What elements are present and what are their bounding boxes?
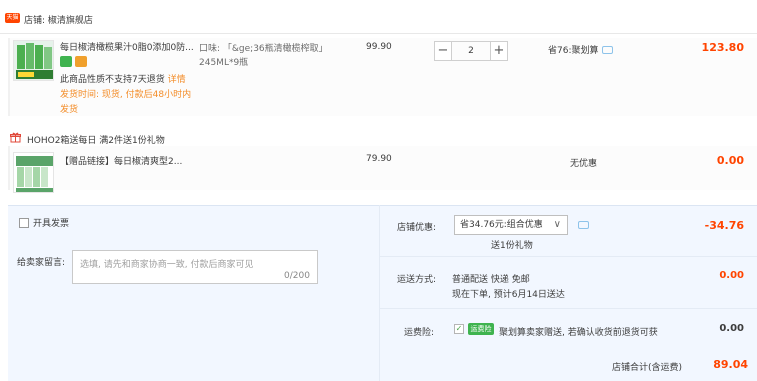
insurance-badge-icon: 运费险 xyxy=(468,323,494,335)
cart-item-row xyxy=(8,146,757,190)
coupon-badge-icon xyxy=(75,56,87,67)
insurance-checkbox[interactable]: ✓ xyxy=(454,324,464,334)
row-separator xyxy=(380,256,757,257)
shop-total-amount: 89.04 xyxy=(713,358,748,371)
shipping-label: 运送方式: xyxy=(397,275,437,285)
shop-discount-label: 店铺优惠: xyxy=(397,223,437,233)
return-policy-link[interactable]: 详情 xyxy=(168,75,186,85)
quantity-increase-button[interactable]: + xyxy=(490,41,508,61)
item-subtotal: 123.80 xyxy=(701,41,744,54)
tmall-badge-icon: 天猫 xyxy=(5,13,20,23)
message-label: 给卖家留言: xyxy=(17,258,66,268)
insurance-amount: 0.00 xyxy=(719,323,744,334)
shop-discount-select[interactable]: 省34.76元:组合优惠 ∨ xyxy=(454,215,568,235)
shop-discount-amount: -34.76 xyxy=(704,219,744,232)
invoice-label: 开具发票 xyxy=(33,219,70,229)
item-promotion: 无优惠 xyxy=(570,159,598,169)
order-summary-panel xyxy=(8,205,757,381)
gift-thumbnail[interactable] xyxy=(13,152,54,193)
product-service-icons xyxy=(60,56,87,67)
promotion-info-icon[interactable] xyxy=(601,45,613,54)
invoice-checkbox[interactable] xyxy=(19,217,29,228)
service-badge-icon xyxy=(60,56,72,67)
shipping-option: 普通配送 快递 免邮 xyxy=(452,275,530,285)
panel-divider xyxy=(379,205,380,381)
unit-price: 99.90 xyxy=(366,42,392,52)
shop-header xyxy=(0,0,757,34)
message-placeholder: 选填, 请先和商家协商一致, 付款后商家可见 xyxy=(80,260,254,270)
insurance-description: 聚划算卖家赠送, 若确认收货前退货可获 xyxy=(499,328,658,338)
shop-discount-note: 送1份礼物 xyxy=(491,241,533,251)
product-thumbnail[interactable] xyxy=(13,40,54,81)
ship-time-note: 发货时间: 现货, 付款后48小时内发货 xyxy=(60,90,192,115)
insurance-label: 运费险: xyxy=(404,328,435,338)
item-subtotal: 0.00 xyxy=(716,154,744,167)
gift-icon xyxy=(10,132,21,143)
return-policy-text: 此商品性质不支持7天退货 xyxy=(60,75,165,85)
shop-name[interactable]: 店铺: 椒清旗舰店 xyxy=(24,13,93,26)
quantity-input[interactable]: 2 xyxy=(452,41,490,61)
message-char-count: 0/200 xyxy=(284,271,310,281)
return-policy-note: 此商品性质不支持7天退货 详情 xyxy=(60,73,195,88)
product-spec: 口味: 「&ge;36瓶清橄榄榨取」245ML*9瓶 xyxy=(199,44,328,68)
chevron-down-icon: ∨ xyxy=(553,219,561,230)
row-separator xyxy=(380,308,757,309)
item-promotion: 省76:聚划算 xyxy=(548,43,613,56)
shipping-amount: 0.00 xyxy=(719,270,744,281)
invoice-option[interactable]: 开具发票 xyxy=(19,216,69,229)
product-title[interactable]: 每日椒清橄榄果汁0脂0添加0防... xyxy=(60,42,195,55)
gift-product-title[interactable]: 【赠品链接】每日椒清爽型2... xyxy=(60,154,182,167)
gift-promotion-header: HOHO2箱送每日 满2件送1份礼物 xyxy=(27,136,165,146)
quantity-stepper: − 2 + xyxy=(434,41,508,61)
shop-discount-value: 省34.76元:组合优惠 xyxy=(460,220,543,230)
unit-price: 79.90 xyxy=(366,154,392,164)
shop-total-label: 店铺合计(含运费) xyxy=(612,363,683,373)
quantity-decrease-button[interactable]: − xyxy=(434,41,452,61)
promotion-text: 省76:聚划算 xyxy=(548,46,599,56)
shipping-eta: 现在下单, 预计6月14日送达 xyxy=(452,290,565,300)
discount-info-icon[interactable] xyxy=(578,221,589,229)
